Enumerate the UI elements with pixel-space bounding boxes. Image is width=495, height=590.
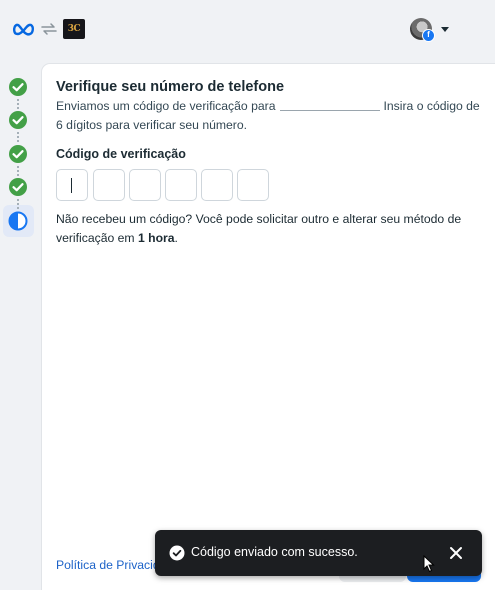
progress-stepper — [0, 64, 40, 590]
step-1-check-icon — [8, 77, 28, 97]
resend-time: 1 hora — [137, 231, 175, 245]
code-field-label: Código de verificação — [56, 147, 186, 161]
step-connector — [17, 166, 19, 176]
code-digit-1-input[interactable] — [56, 169, 88, 201]
step-2-check-icon — [8, 110, 28, 130]
mouse-cursor-icon — [423, 555, 435, 573]
resend-info: Não recebeu um código? Você pode solicit… — [56, 210, 486, 248]
verification-description: Enviamos um código de verificação para In… — [56, 97, 486, 135]
close-icon[interactable] — [447, 544, 465, 562]
code-digit-6-input[interactable] — [237, 169, 269, 201]
code-digit-3-input[interactable] — [129, 169, 161, 201]
resend-end: . — [174, 231, 178, 245]
code-digit-4-input[interactable] — [165, 169, 197, 201]
description-start: Enviamos um código de verificação para — [56, 99, 276, 113]
step-4-check-icon — [8, 177, 28, 197]
step-connector — [17, 199, 19, 209]
code-input-group — [56, 169, 272, 202]
top-bar: 3C f — [0, 0, 495, 62]
brand-logo: 3C — [63, 19, 85, 39]
page-title: Verifique seu número de telefone — [56, 79, 285, 95]
swap-arrows-icon — [41, 23, 57, 35]
caret-down-icon — [441, 27, 449, 32]
profile-menu-button[interactable]: f — [410, 18, 454, 42]
verification-card: Verifique seu número de telefone Enviamo… — [42, 64, 495, 590]
code-digit-5-input[interactable] — [201, 169, 233, 201]
toast-message: Código enviado com sucesso. — [191, 545, 358, 559]
check-circle-icon — [169, 545, 185, 561]
resend-message: Não recebeu um código? Você pode solicit… — [56, 212, 462, 245]
step-connector — [17, 99, 19, 109]
step-5-half-circle-icon — [8, 211, 28, 231]
meta-logo-icon — [13, 23, 34, 36]
code-digit-2-input[interactable] — [93, 169, 125, 201]
facebook-badge-icon: f — [422, 29, 435, 42]
step-connector — [17, 132, 19, 142]
step-3-check-icon — [8, 144, 28, 164]
phone-number-placeholder — [279, 103, 380, 111]
